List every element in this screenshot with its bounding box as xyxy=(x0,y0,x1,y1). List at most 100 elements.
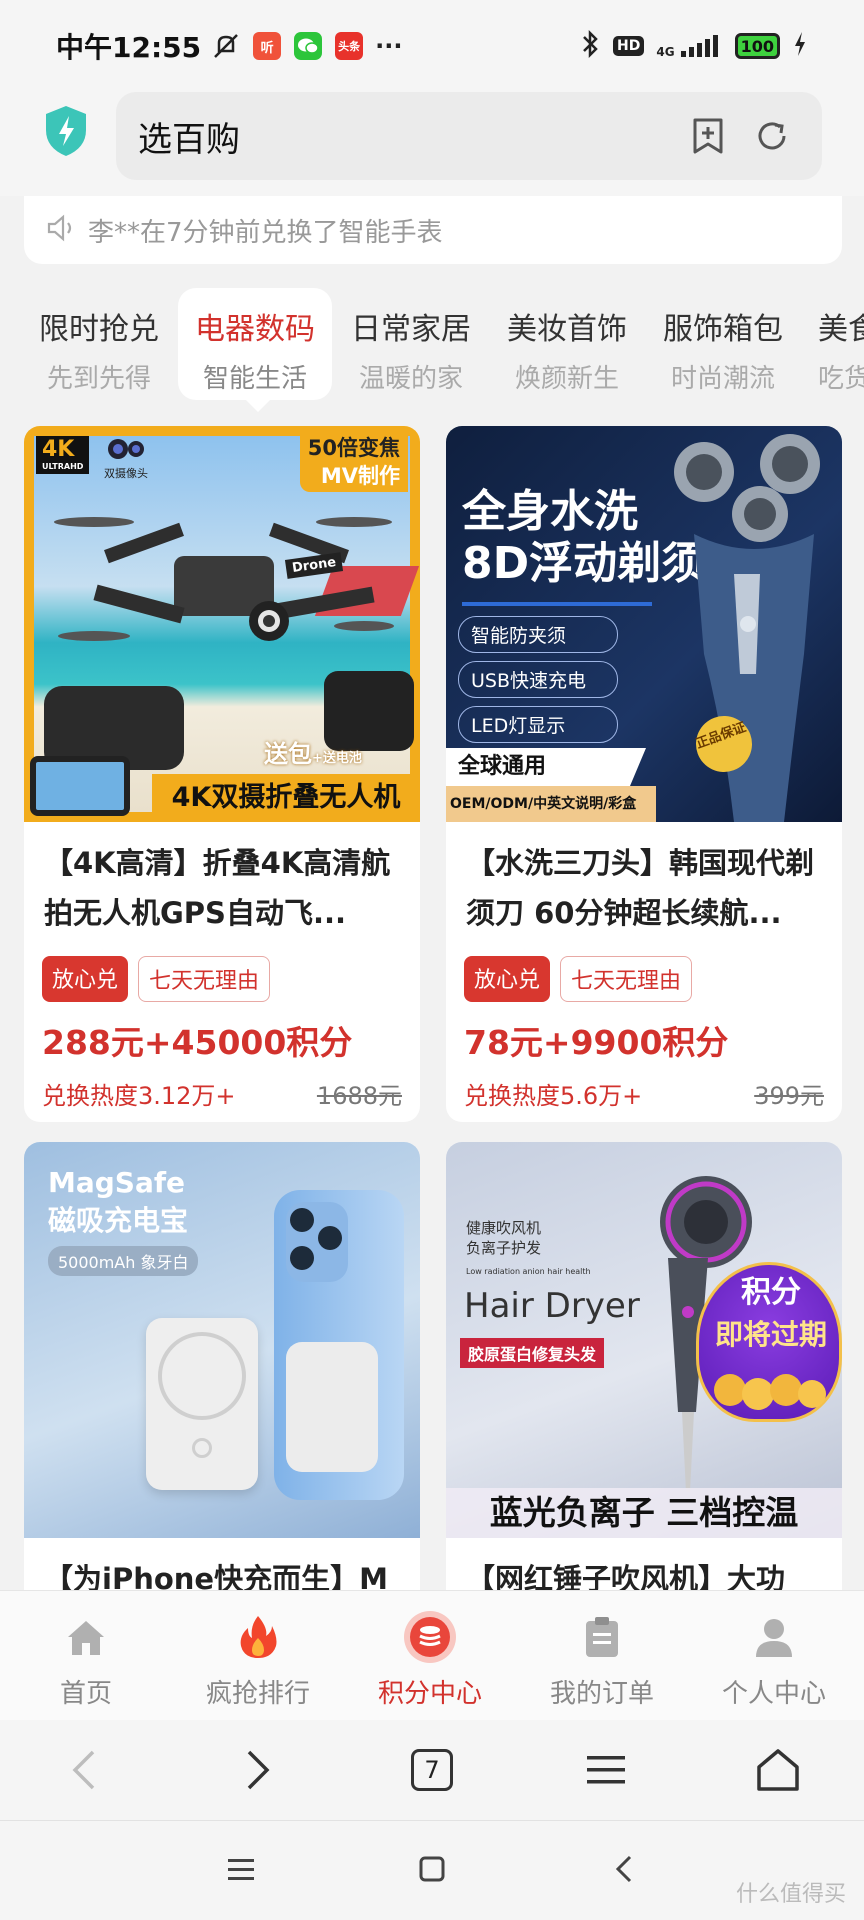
system-navigation-bar: 什么值得买 xyxy=(0,1820,864,1920)
seven-day-return-tag: 七天无理由 xyxy=(560,956,693,1002)
nav-ranking[interactable]: 疯抢排行 xyxy=(172,1609,344,1710)
feature-list: 智能防夹须 USB快速充电 LED灯显示 xyxy=(458,608,618,743)
category-tab-3[interactable]: 美妆首饰 焕颜新生 xyxy=(490,288,644,400)
trusted-exchange-tag: 放心兑 xyxy=(42,956,129,1002)
badge-ultrahd: ULTRAHD xyxy=(42,462,84,471)
refresh-icon[interactable] xyxy=(750,114,794,158)
feature-anti-pinch: 智能防夹须 xyxy=(458,616,618,653)
category-tab-1[interactable]: 电器数码 智能生活 xyxy=(178,288,332,400)
product-card[interactable]: 全身水洗 8D浮动剃须 智能防夹须 USB快速充电 LED灯显示 正品保证 全球… xyxy=(446,426,842,1122)
nav-my-orders[interactable]: 我的订单 xyxy=(516,1609,688,1710)
zoom-badge: 50倍变焦 MV制作 xyxy=(299,432,408,492)
category-tab-4[interactable]: 服饰箱包 时尚潮流 xyxy=(646,288,800,400)
battery-indicator: 100 xyxy=(734,33,780,59)
category-title: 美食 xyxy=(818,312,864,347)
hair-dryer-label: Hair Dryer xyxy=(464,1286,640,1326)
product-image-hairdryer: 健康吹风机 负离子护发 Low radiation anion hair hea… xyxy=(446,1142,842,1538)
hd-badge: HD xyxy=(613,36,645,56)
speaker-icon xyxy=(46,213,78,247)
active-tab-pointer xyxy=(242,396,274,412)
fire-icon xyxy=(230,1609,286,1665)
gift-label: 送包+送电池 xyxy=(264,734,362,769)
mv-label: MV制作 xyxy=(320,464,400,488)
clipboard-icon xyxy=(574,1609,630,1665)
product-price: 78元+9900积分 xyxy=(464,1023,729,1062)
exchange-heat: 兑换热度3.12万+ xyxy=(42,1082,236,1110)
home-page-icon[interactable] xyxy=(748,1742,808,1798)
page-title: 选百购 xyxy=(138,120,240,160)
system-back-icon[interactable] xyxy=(612,1853,634,1889)
product-title: 【水洗三刀头】韩国现代剃须刀 60分钟超长续航... xyxy=(466,846,815,930)
nav-points-center[interactable]: 积分中心 xyxy=(344,1609,516,1710)
app-header: 选百购 xyxy=(0,92,864,196)
category-subtitle: 吃货 xyxy=(818,364,864,394)
menu-icon[interactable] xyxy=(576,1742,636,1798)
more-indicator: ··· xyxy=(375,32,403,60)
powerbank-headline: MagSafe 磁吸充电宝 xyxy=(48,1164,188,1240)
nav-label: 疯抢排行 xyxy=(205,1679,310,1709)
exchange-heat: 兑换热度5.6万+ xyxy=(464,1082,643,1110)
app-badge-toutiao: 头条 xyxy=(335,32,364,60)
category-subtitle: 温暖的家 xyxy=(358,364,463,394)
magsafe-label: MagSafe xyxy=(48,1166,186,1199)
product-title: 【为iPhone快充而生】M xyxy=(44,1562,388,1590)
category-subtitle: 先到先得 xyxy=(46,364,151,394)
nav-home[interactable]: 首页 xyxy=(0,1609,172,1710)
magnetic-label: 磁吸充电宝 xyxy=(48,1204,189,1237)
category-tab-0[interactable]: 限时抢兑 先到先得 xyxy=(22,288,176,400)
app-badge-ting: 听 xyxy=(253,32,282,60)
coins-icon xyxy=(402,1609,458,1665)
nav-profile[interactable]: 个人中心 xyxy=(688,1609,860,1710)
category-title: 美妆首饰 xyxy=(507,312,627,347)
points-label: 积分 xyxy=(741,1275,801,1310)
category-title: 日常家居 xyxy=(351,312,471,347)
anion-care-label: 负离子护发 xyxy=(466,1239,542,1257)
image-caption: 4K双摄折叠无人机 xyxy=(152,774,420,822)
expiring-label: 即将过期 xyxy=(714,1318,827,1351)
forward-icon[interactable] xyxy=(228,1742,288,1798)
points-expiring-text: 积分 即将过期 xyxy=(706,1272,836,1356)
nav-label: 积分中心 xyxy=(377,1679,482,1709)
zoom-label: 50倍变焦 xyxy=(307,436,400,460)
back-icon[interactable] xyxy=(54,1742,114,1798)
dryer-subheadline: 健康吹风机 负离子护发 Low radiation anion hair hea… xyxy=(466,1218,591,1282)
capacity-badge: 5000mAh 象牙白 xyxy=(48,1246,199,1276)
add-bookmark-icon[interactable] xyxy=(686,114,730,158)
address-bar[interactable]: 选百购 xyxy=(116,92,822,180)
category-tab-5[interactable]: 美食 吃货 xyxy=(802,288,864,400)
category-title: 限时抢兑 xyxy=(39,312,159,347)
signal-icon: 4G xyxy=(656,33,722,59)
category-subtitle: 智能生活 xyxy=(202,364,307,394)
product-image-drone: Drone 4K ULTRAHD 双摄像头 50倍变焦 MV制作 送包+送电池 … xyxy=(24,426,420,822)
global-badge: 全球通用 xyxy=(446,748,646,786)
network-type: 4G xyxy=(656,45,675,59)
recents-icon[interactable] xyxy=(226,1857,256,1887)
wechat-icon xyxy=(293,31,323,61)
tabs-button[interactable]: 7 xyxy=(402,1742,462,1798)
category-tabs: 限时抢兑 先到先得 电器数码 智能生活 日常家居 温暖的家 美妆首饰 焕颜新生 … xyxy=(0,288,864,400)
exchange-notice: 李**在7分钟前兑换了智能手表 xyxy=(24,196,842,264)
tabs-count: 7 xyxy=(411,1749,453,1791)
product-card[interactable]: 健康吹风机 负离子护发 Low radiation anion hair hea… xyxy=(446,1142,842,1590)
product-image-shaver: 全身水洗 8D浮动剃须 智能防夹须 USB快速充电 LED灯显示 正品保证 全球… xyxy=(446,426,842,822)
product-image-powerbank: MagSafe 磁吸充电宝 5000mAh 象牙白 xyxy=(24,1142,420,1538)
home-button-icon[interactable] xyxy=(418,1855,446,1887)
bluetooth-icon xyxy=(579,29,601,63)
product-card[interactable]: MagSafe 磁吸充电宝 5000mAh 象牙白 【为iPhone快充而生】M xyxy=(24,1142,420,1590)
browser-toolbar: 7 xyxy=(0,1720,864,1820)
charging-icon xyxy=(792,30,808,62)
dryer-caption: 蓝光负离子 三档控温 xyxy=(446,1488,842,1538)
product-price: 288元+45000积分 xyxy=(42,1023,353,1062)
product-card[interactable]: Drone 4K ULTRAHD 双摄像头 50倍变焦 MV制作 送包+送电池 … xyxy=(24,426,420,1122)
feature-usb-charge: USB快速充电 xyxy=(458,661,618,698)
security-shield-icon[interactable] xyxy=(42,104,90,158)
bottom-navigation: 首页 疯抢排行 积分中心 我的订单 个人中心 xyxy=(0,1590,864,1720)
original-price: 399元 xyxy=(754,1082,824,1110)
4k-badge: 4K ULTRAHD xyxy=(36,436,90,474)
nav-label: 个人中心 xyxy=(721,1679,826,1709)
category-title: 服饰箱包 xyxy=(663,312,783,347)
category-tab-2[interactable]: 日常家居 温暖的家 xyxy=(334,288,488,400)
original-price: 1688元 xyxy=(316,1082,402,1110)
gift-battery-text: +送电池 xyxy=(312,751,362,766)
category-title: 电器数码 xyxy=(195,312,315,347)
